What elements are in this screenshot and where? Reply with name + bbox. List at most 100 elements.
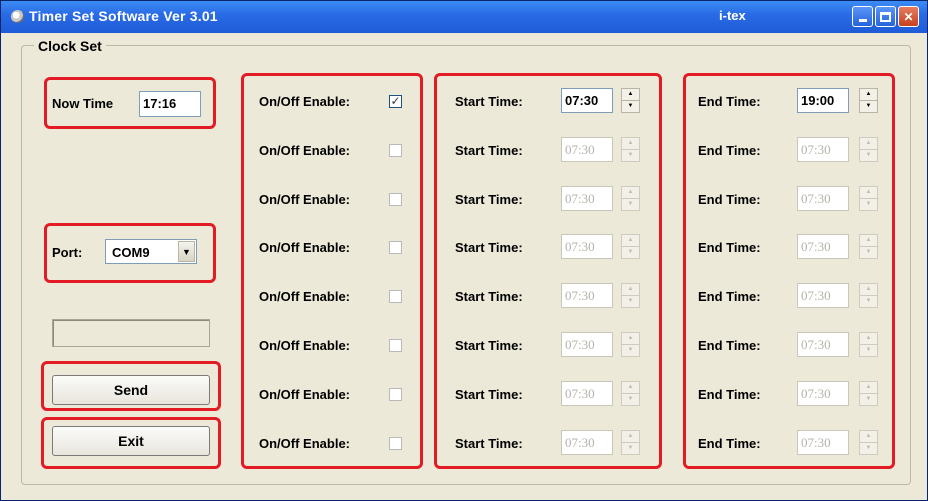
end-time-spinner[interactable]: ▲ ▼ <box>859 186 878 211</box>
spin-down-icon[interactable]: ▼ <box>622 247 639 259</box>
enable-checkbox[interactable] <box>389 193 402 206</box>
start-time-label: Start Time: <box>455 240 523 255</box>
clock-set-label: Clock Set <box>34 38 106 54</box>
end-time-input[interactable]: 07:30 <box>797 430 849 455</box>
end-time-label: End Time: <box>698 240 761 255</box>
enable-label: On/Off Enable: <box>259 338 350 353</box>
end-time-input[interactable]: 19:00 <box>797 88 849 113</box>
spin-up-icon[interactable]: ▲ <box>860 235 877 247</box>
start-time-column-highlight <box>434 73 662 469</box>
exit-button[interactable]: Exit <box>52 426 210 456</box>
enable-checkbox[interactable]: ✓ <box>389 95 402 108</box>
app-icon[interactable] <box>11 10 24 23</box>
start-time-spinner[interactable]: ▲ ▼ <box>621 332 640 357</box>
maximize-button[interactable] <box>875 6 896 27</box>
end-time-input[interactable]: 07:30 <box>797 283 849 308</box>
maximize-icon <box>880 11 891 22</box>
spin-down-icon[interactable]: ▼ <box>860 443 877 455</box>
end-time-label: End Time: <box>698 436 761 451</box>
spin-up-icon[interactable]: ▲ <box>860 382 877 394</box>
spin-up-icon[interactable]: ▲ <box>860 284 877 296</box>
spin-down-icon[interactable]: ▼ <box>622 443 639 455</box>
send-button[interactable]: Send <box>52 375 210 405</box>
spin-down-icon[interactable]: ▼ <box>622 345 639 357</box>
enable-label: On/Off Enable: <box>259 240 350 255</box>
spin-down-icon[interactable]: ▼ <box>860 199 877 211</box>
end-time-input[interactable]: 07:30 <box>797 234 849 259</box>
chevron-down-icon[interactable]: ▼ <box>178 241 195 262</box>
spin-up-icon[interactable]: ▲ <box>622 382 639 394</box>
spin-up-icon[interactable]: ▲ <box>860 333 877 345</box>
end-time-spinner[interactable]: ▲ ▼ <box>859 137 878 162</box>
end-time-spinner[interactable]: ▲ ▼ <box>859 88 878 113</box>
start-time-spinner[interactable]: ▲ ▼ <box>621 186 640 211</box>
end-time-spinner[interactable]: ▲ ▼ <box>859 332 878 357</box>
spin-up-icon[interactable]: ▲ <box>622 333 639 345</box>
start-time-spinner[interactable]: ▲ ▼ <box>621 234 640 259</box>
spin-up-icon[interactable]: ▲ <box>860 89 877 101</box>
spin-down-icon[interactable]: ▼ <box>860 345 877 357</box>
minimize-icon <box>858 19 867 22</box>
close-button[interactable]: ✕ <box>898 6 919 27</box>
title-bar[interactable]: Timer Set Software Ver 3.01 i-tex ✕ <box>1 1 927 33</box>
enable-checkbox[interactable] <box>389 290 402 303</box>
spin-down-icon[interactable]: ▼ <box>860 296 877 308</box>
close-icon: ✕ <box>903 9 914 24</box>
end-time-label: End Time: <box>698 338 761 353</box>
spin-down-icon[interactable]: ▼ <box>622 101 639 113</box>
end-time-spinner[interactable]: ▲ ▼ <box>859 381 878 406</box>
start-time-input[interactable]: 07:30 <box>561 332 613 357</box>
start-time-input[interactable]: 07:30 <box>561 88 613 113</box>
spin-down-icon[interactable]: ▼ <box>860 394 877 406</box>
now-time-input[interactable]: 17:16 <box>139 91 201 117</box>
spin-up-icon[interactable]: ▲ <box>622 431 639 443</box>
spin-up-icon[interactable]: ▲ <box>622 89 639 101</box>
start-time-input[interactable]: 07:30 <box>561 137 613 162</box>
spin-up-icon[interactable]: ▲ <box>860 138 877 150</box>
spin-up-icon[interactable]: ▲ <box>622 138 639 150</box>
spin-down-icon[interactable]: ▼ <box>860 247 877 259</box>
spin-up-icon[interactable]: ▲ <box>860 187 877 199</box>
spin-down-icon[interactable]: ▼ <box>860 101 877 113</box>
port-select-value: COM9 <box>112 245 150 260</box>
spin-down-icon[interactable]: ▼ <box>860 150 877 162</box>
enable-label: On/Off Enable: <box>259 387 350 402</box>
spin-up-icon[interactable]: ▲ <box>860 431 877 443</box>
start-time-input[interactable]: 07:30 <box>561 430 613 455</box>
enable-checkbox[interactable] <box>389 388 402 401</box>
start-time-label: Start Time: <box>455 94 523 109</box>
end-time-input[interactable]: 07:30 <box>797 137 849 162</box>
port-select[interactable]: COM9 ▼ <box>105 239 197 264</box>
spin-up-icon[interactable]: ▲ <box>622 187 639 199</box>
spin-down-icon[interactable]: ▼ <box>622 199 639 211</box>
enable-checkbox[interactable] <box>389 241 402 254</box>
end-time-column-highlight <box>683 73 895 469</box>
spin-up-icon[interactable]: ▲ <box>622 235 639 247</box>
start-time-spinner[interactable]: ▲ ▼ <box>621 88 640 113</box>
minimize-button[interactable] <box>852 6 873 27</box>
start-time-spinner[interactable]: ▲ ▼ <box>621 137 640 162</box>
start-time-input[interactable]: 07:30 <box>561 186 613 211</box>
spin-down-icon[interactable]: ▼ <box>622 150 639 162</box>
start-time-label: Start Time: <box>455 143 523 158</box>
start-time-spinner[interactable]: ▲ ▼ <box>621 283 640 308</box>
enable-checkbox[interactable] <box>389 339 402 352</box>
end-time-input[interactable]: 07:30 <box>797 332 849 357</box>
end-time-spinner[interactable]: ▲ ▼ <box>859 234 878 259</box>
enable-checkbox[interactable] <box>389 437 402 450</box>
start-time-spinner[interactable]: ▲ ▼ <box>621 381 640 406</box>
spin-down-icon[interactable]: ▼ <box>622 296 639 308</box>
end-time-spinner[interactable]: ▲ ▼ <box>859 283 878 308</box>
end-time-label: End Time: <box>698 192 761 207</box>
start-time-input[interactable]: 07:30 <box>561 234 613 259</box>
end-time-input[interactable]: 07:30 <box>797 381 849 406</box>
start-time-spinner[interactable]: ▲ ▼ <box>621 430 640 455</box>
end-time-input[interactable]: 07:30 <box>797 186 849 211</box>
end-time-spinner[interactable]: ▲ ▼ <box>859 430 878 455</box>
spin-up-icon[interactable]: ▲ <box>622 284 639 296</box>
start-time-input[interactable]: 07:30 <box>561 283 613 308</box>
start-time-input[interactable]: 07:30 <box>561 381 613 406</box>
enable-checkbox[interactable] <box>389 144 402 157</box>
spin-down-icon[interactable]: ▼ <box>622 394 639 406</box>
app-window: Timer Set Software Ver 3.01 i-tex ✕ Cloc… <box>0 0 928 501</box>
